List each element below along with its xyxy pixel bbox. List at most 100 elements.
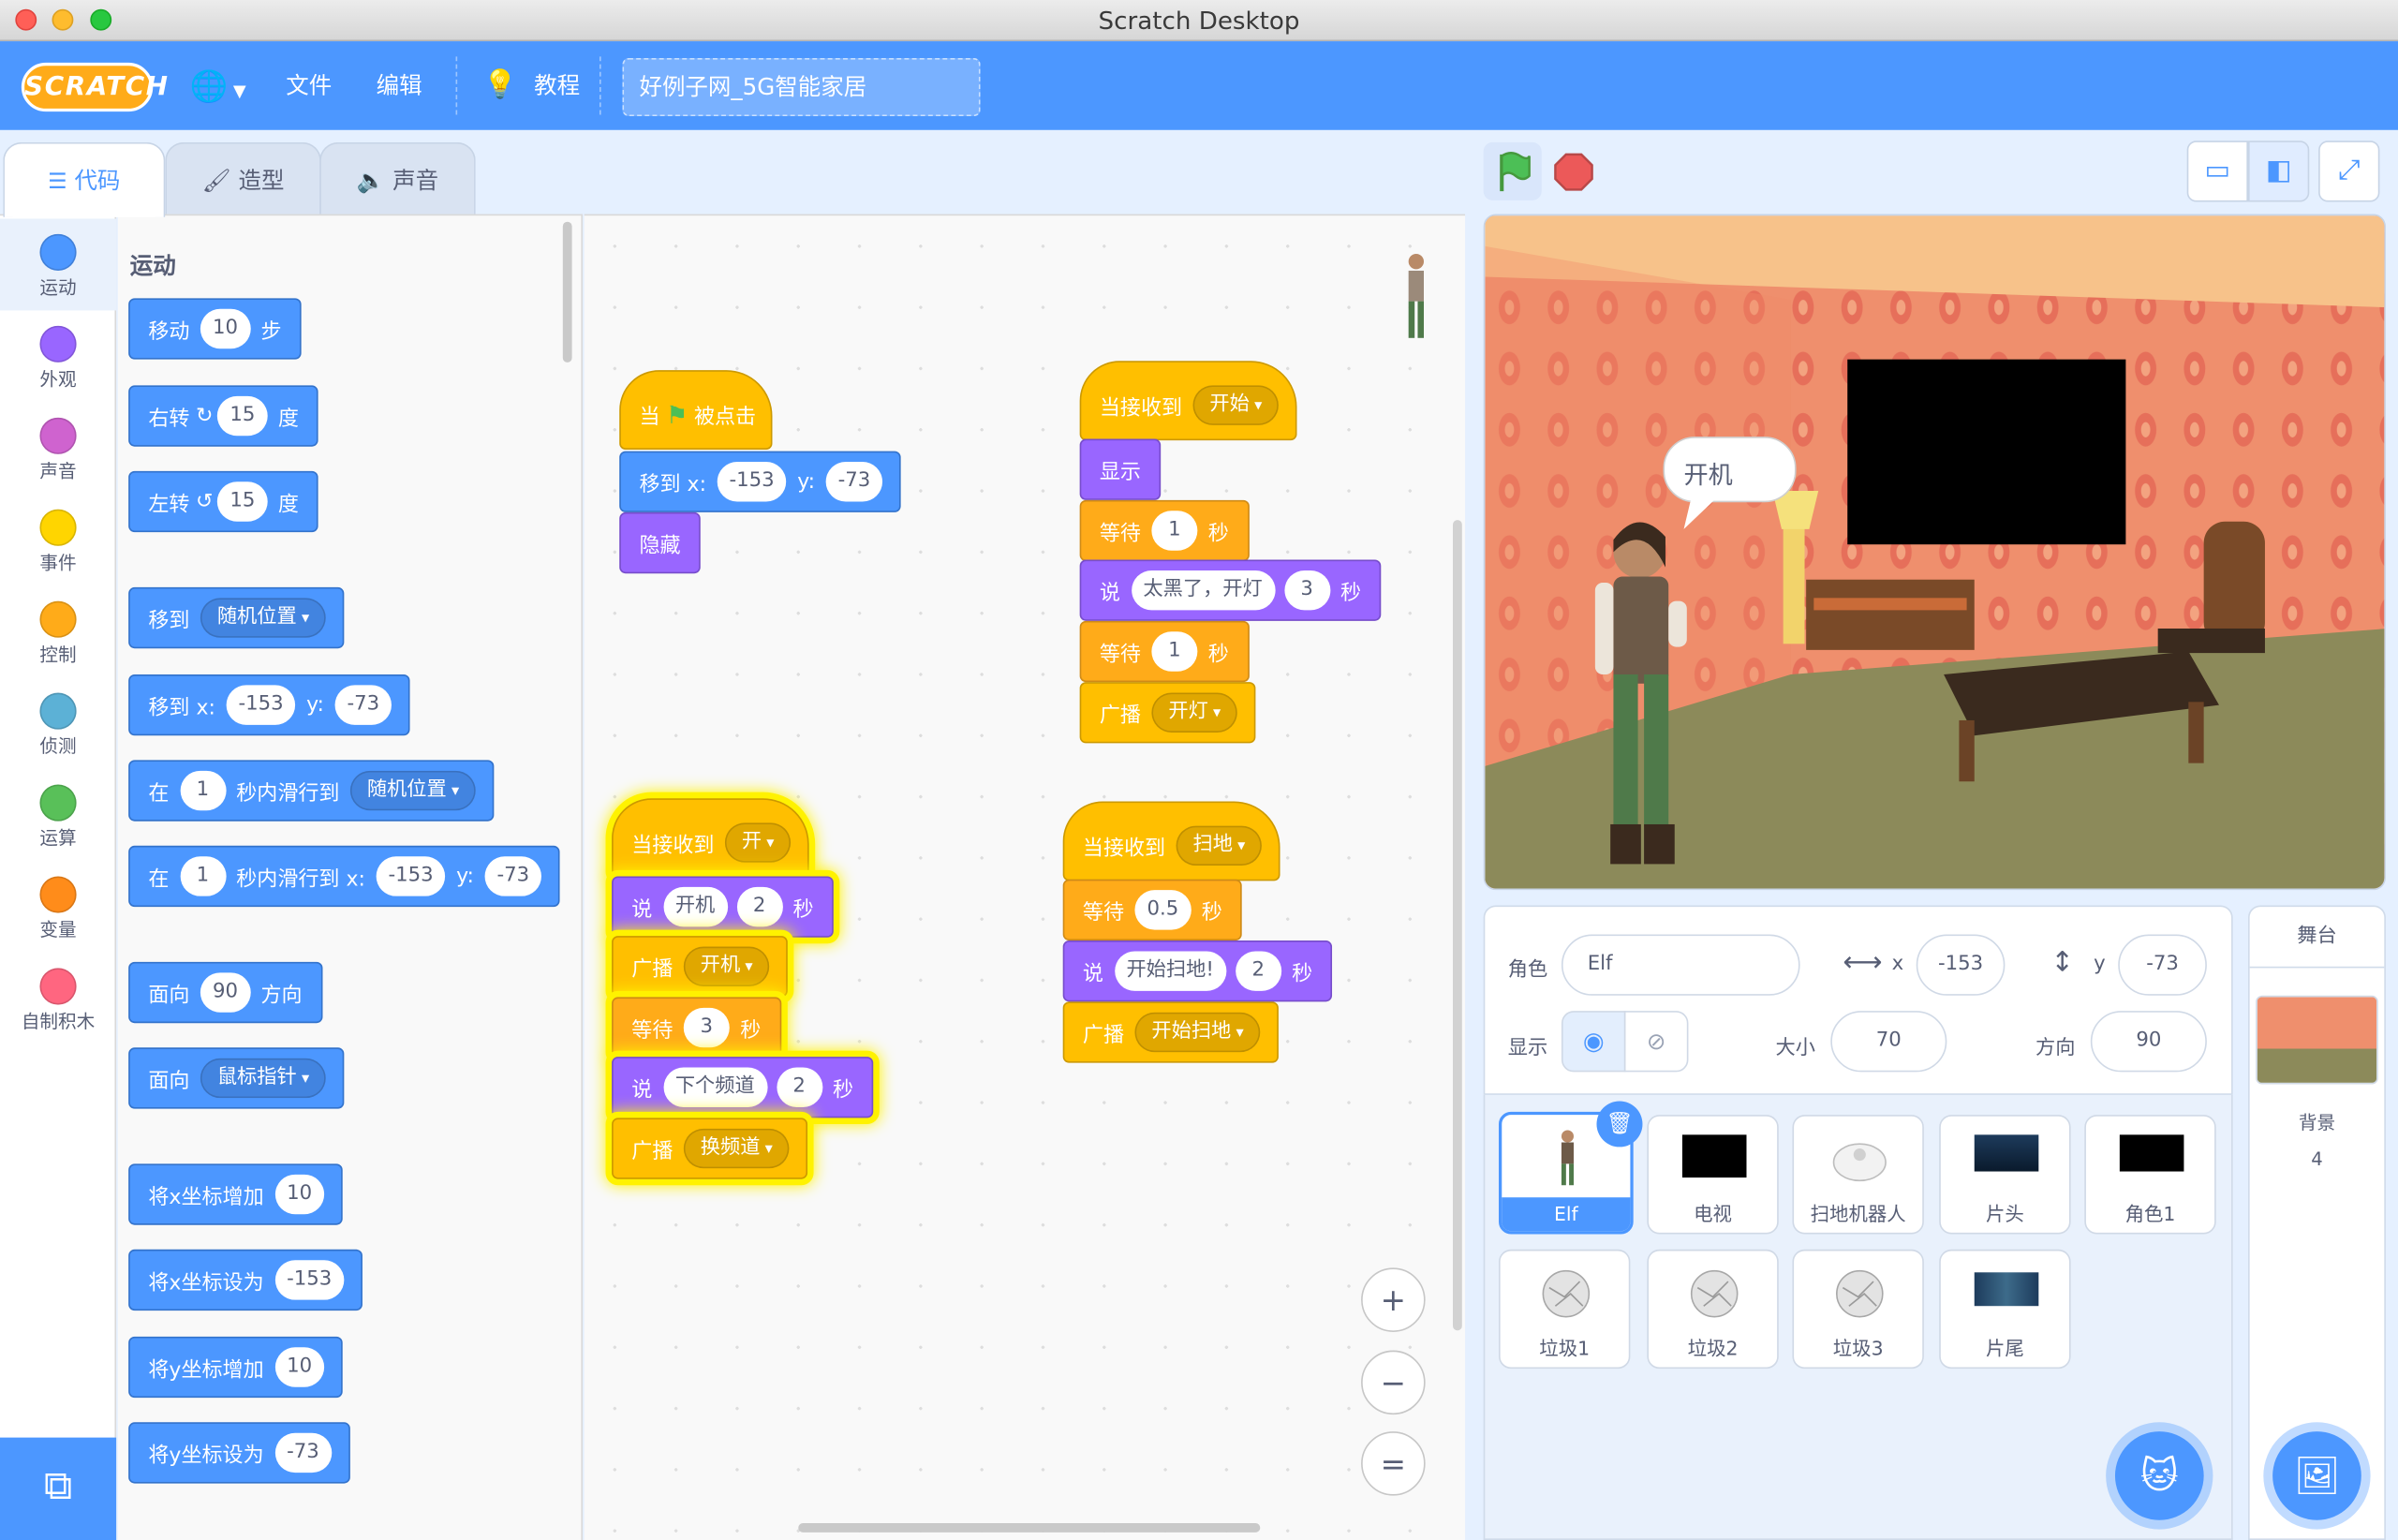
category-sensing[interactable]: 侦测 — [0, 677, 116, 769]
file-menu[interactable]: 文件 — [286, 41, 332, 130]
point-towards-block[interactable]: 面向 鼠标指针 — [128, 1047, 345, 1109]
say-for-secs-block[interactable]: 说太黑了，开灯 3 秒 — [1079, 559, 1382, 621]
y-input[interactable]: -73 — [334, 685, 392, 725]
zoom-window-button[interactable] — [90, 8, 112, 31]
broadcast-block[interactable]: 广播 开始扫地 — [1062, 1001, 1280, 1063]
target-dropdown[interactable]: 随机位置 — [200, 598, 327, 638]
fullscreen-button[interactable]: ⤢ — [2318, 141, 2380, 202]
goto-xy-block[interactable]: 移到 x: -153 y: -73 — [619, 451, 901, 512]
number-input[interactable]: 15 — [217, 481, 268, 522]
secs-input[interactable]: 2 — [736, 886, 783, 927]
broadcast-block[interactable]: 广播 开机 — [612, 936, 789, 998]
sprite-tile-sprite1[interactable]: 角色1 — [2084, 1115, 2216, 1235]
category-events[interactable]: 事件 — [0, 494, 116, 585]
add-sprite-button[interactable]: 🐱 — [2114, 1431, 2204, 1520]
point-direction-block[interactable]: 面向 90 方向 — [128, 961, 322, 1024]
sprite-tile-robot-vacuum[interactable]: 扫地机器人 — [1792, 1115, 1924, 1235]
workspace-horizontal-scrollbar[interactable] — [798, 1523, 1261, 1533]
change-y-block[interactable]: 将y坐标增加 10 — [128, 1336, 343, 1399]
wait-block[interactable]: 等待 0.5 秒 — [1062, 879, 1243, 941]
sprite-tile-intro[interactable]: 片头 — [1939, 1115, 2071, 1235]
number-input[interactable]: 10 — [274, 1347, 325, 1387]
stop-button[interactable] — [1545, 142, 1603, 200]
workspace-vertical-scrollbar[interactable] — [1453, 520, 1462, 1331]
broadcast-block[interactable]: 广播 换频道 — [612, 1118, 808, 1179]
when-flag-clicked-hat[interactable]: 当 ⚑ 被点击 — [619, 370, 773, 450]
add-backdrop-button[interactable]: 🖼 — [2272, 1431, 2361, 1520]
category-sound[interactable]: 声音 — [0, 402, 116, 494]
show-sprite-button[interactable]: ◉ — [1561, 1011, 1626, 1073]
secs-input[interactable]: 0.5 — [1134, 890, 1192, 930]
y-position-input[interactable]: -73 — [2118, 934, 2207, 996]
secs-input[interactable]: 1 — [179, 770, 226, 811]
turn-right-block[interactable]: 右转 ↻ 15 度 — [128, 385, 319, 447]
target-dropdown[interactable]: 随机位置 — [349, 770, 477, 811]
move-steps-block[interactable]: 移动 10 步 — [128, 298, 302, 360]
close-window-button[interactable] — [15, 8, 37, 31]
say-for-secs-block[interactable]: 说下个频道 2 秒 — [612, 1057, 874, 1118]
language-menu[interactable]: 🌐 ▼ — [189, 41, 245, 130]
say-for-secs-block[interactable]: 说开机 2 秒 — [612, 876, 834, 938]
x-input[interactable]: -153 — [376, 856, 446, 896]
size-input[interactable]: 70 — [1830, 1011, 1947, 1073]
y-input[interactable]: -73 — [484, 856, 542, 896]
goto-xy-block[interactable]: 移到 x: -153 y: -73 — [128, 674, 410, 736]
tab-costumes[interactable]: 🖌 造型 — [165, 141, 321, 216]
x-position-input[interactable]: -153 — [1916, 934, 2006, 996]
secs-input[interactable]: 2 — [776, 1067, 822, 1107]
message-input[interactable]: 太黑了，开灯 — [1131, 570, 1275, 611]
x-input[interactable]: -153 — [226, 685, 296, 725]
tab-code[interactable]: ☰ 代码 — [3, 141, 166, 217]
glide-block[interactable]: 在 1 秒内滑行到 随机位置 — [128, 760, 495, 822]
when-receive-start-hat[interactable]: 当接收到 开始 — [1079, 361, 1297, 441]
message-dropdown[interactable]: 开始扫地 — [1134, 1012, 1261, 1053]
normal-stage-button[interactable]: ◧ — [2247, 141, 2310, 202]
sprite-tile-trash1[interactable]: 垃圾1 — [1498, 1249, 1631, 1370]
message-dropdown[interactable]: 开机 — [683, 946, 770, 987]
sprite-tile-tv[interactable]: 电视 — [1647, 1115, 1779, 1235]
target-dropdown[interactable]: 鼠标指针 — [200, 1058, 327, 1099]
change-x-block[interactable]: 将x坐标增加 10 — [128, 1163, 343, 1225]
small-stage-button[interactable]: ▭ — [2186, 141, 2248, 202]
scratch-logo[interactable]: SCRATCH — [21, 62, 168, 112]
wait-block[interactable]: 等待 3 秒 — [612, 997, 781, 1059]
turn-left-block[interactable]: 左转 ↺ 15 度 — [128, 470, 319, 533]
zoom-in-button[interactable]: + — [1361, 1267, 1426, 1332]
number-input[interactable]: 10 — [200, 308, 251, 349]
category-operators[interactable]: 运算 — [0, 769, 116, 861]
project-title-input[interactable]: 好例子网_5G智能家居 — [622, 58, 981, 117]
secs-input[interactable]: 3 — [1283, 570, 1330, 611]
hide-sprite-button[interactable]: ⊘ — [1623, 1011, 1689, 1073]
message-input[interactable]: 开机 — [662, 886, 728, 927]
category-motion[interactable]: 运动 — [0, 218, 117, 311]
message-dropdown[interactable]: 换频道 — [683, 1128, 790, 1169]
when-receive-on-hat[interactable]: 当接收到开 — [612, 798, 810, 879]
hide-block[interactable]: 隐藏 — [619, 511, 701, 574]
say-for-secs-block[interactable]: 说开始扫地! 2 秒 — [1062, 940, 1333, 1002]
message-input[interactable]: 下个频道 — [662, 1067, 767, 1107]
direction-input[interactable]: 90 — [200, 972, 251, 1013]
category-looks[interactable]: 外观 — [0, 310, 116, 402]
broadcast-block[interactable]: 广播 开灯 — [1079, 682, 1256, 744]
minimize-window-button[interactable] — [52, 8, 74, 31]
sprite-name-input[interactable]: Elf — [1561, 934, 1800, 996]
zoom-reset-button[interactable]: = — [1361, 1431, 1426, 1496]
when-receive-sweep-hat[interactable]: 当接收到 扫地 — [1062, 801, 1280, 881]
secs-input[interactable]: 1 — [1151, 511, 1198, 551]
number-input[interactable]: -153 — [274, 1260, 345, 1300]
zoom-out-button[interactable]: − — [1361, 1350, 1426, 1415]
message-dropdown[interactable]: 开灯 — [1151, 692, 1238, 733]
number-input[interactable]: 10 — [274, 1174, 325, 1215]
message-input[interactable]: 开始扫地! — [1114, 951, 1226, 991]
message-dropdown[interactable]: 开始 — [1192, 385, 1280, 425]
secs-input[interactable]: 2 — [1235, 951, 1281, 991]
y-input[interactable]: -73 — [825, 462, 883, 502]
category-variables[interactable]: 变量 — [0, 861, 116, 953]
sprite-tile-trash2[interactable]: 垃圾2 — [1647, 1249, 1779, 1370]
sprite-tile-outro[interactable]: 片尾 — [1939, 1249, 2071, 1370]
secs-input[interactable]: 1 — [1151, 631, 1198, 672]
wait-block[interactable]: 等待 1 秒 — [1079, 499, 1250, 562]
sprite-tile-trash3[interactable]: 垃圾3 — [1792, 1249, 1924, 1370]
category-my-blocks[interactable]: 自制积木 — [0, 953, 116, 1044]
tutorials-menu[interactable]: 💡 教程 — [483, 41, 580, 130]
